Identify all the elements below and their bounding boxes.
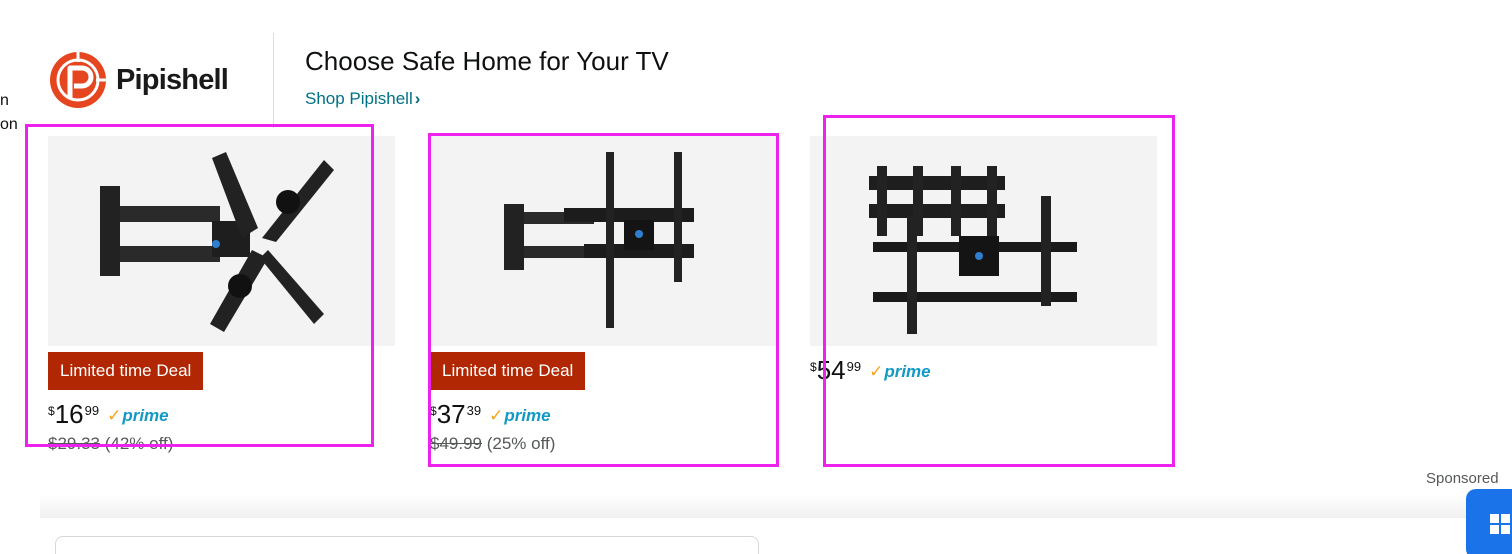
price[interactable]: $ 16 99 ✓prime	[48, 400, 395, 430]
prime-check-icon: ✓	[489, 406, 504, 425]
prime-label: prime	[122, 406, 169, 425]
prime-label: prime	[504, 406, 551, 425]
prime-label: prime	[884, 362, 931, 381]
price-symbol: $	[430, 404, 437, 418]
list-price: $49.99	[430, 434, 482, 453]
price[interactable]: $ 54 99 ✓prime	[810, 356, 1157, 386]
brand-headline[interactable]: Choose Safe Home for Your TV	[305, 46, 669, 77]
product-image-3[interactable]	[810, 136, 1157, 346]
product-image-2[interactable]	[430, 136, 777, 346]
brand-name: Pipishell	[116, 63, 229, 96]
product-image-1[interactable]	[48, 136, 395, 346]
deal-badge: Limited time Deal	[430, 352, 586, 390]
price-fraction: 99	[84, 403, 100, 418]
prime-badge: ✓prime	[107, 406, 169, 426]
price-whole: 37	[436, 399, 466, 429]
product-card-2: Limited time Deal $ 37 39 ✓prime $49.99 …	[430, 136, 777, 454]
brand-logo[interactable]: Pipishell	[48, 50, 248, 110]
price-fraction: 39	[466, 403, 482, 418]
chevron-right-icon: ›	[414, 89, 421, 108]
tv-wall-mount-icon	[99, 152, 334, 332]
next-section-panel	[55, 536, 759, 554]
section-divider	[40, 494, 1512, 518]
price-fraction: 99	[846, 359, 862, 374]
prime-badge: ✓prime	[489, 406, 551, 426]
product-card-1: Limited time Deal $ 16 99 ✓prime $29.33 …	[48, 136, 395, 454]
grid-icon	[1490, 514, 1510, 534]
list-price: $29.33	[48, 434, 100, 453]
discount-percent: (42% off)	[104, 434, 174, 453]
pipishell-logo-icon	[50, 52, 106, 108]
product-card-3: $ 54 99 ✓prime	[810, 136, 1157, 386]
grid-menu-button[interactable]	[1466, 489, 1512, 554]
brand-divider	[273, 33, 274, 128]
price-whole: 54	[816, 355, 846, 385]
prime-check-icon: ✓	[107, 406, 122, 425]
discount-percent: (25% off)	[486, 434, 556, 453]
prime-check-icon: ✓	[869, 362, 884, 381]
page: n on Pipishell Choose Safe Home for Your…	[0, 0, 1512, 554]
tv-wall-mount-icon	[503, 152, 694, 328]
price-whole: 16	[54, 399, 84, 429]
prime-badge: ✓prime	[869, 362, 931, 382]
clipped-text-1: n	[0, 92, 9, 109]
tv-wall-mount-icon	[868, 166, 1077, 334]
clipped-text-2: on	[0, 116, 18, 133]
price-symbol: $	[810, 360, 817, 374]
list-price-row: $49.99 (25% off)	[430, 434, 777, 454]
shop-brand-link-label: Shop Pipishell	[305, 89, 413, 108]
deal-badge: Limited time Deal	[48, 352, 204, 390]
shop-brand-link[interactable]: Shop Pipishell ›	[305, 89, 420, 109]
sponsored-label[interactable]: Sponsored	[1426, 470, 1499, 487]
price-symbol: $	[48, 404, 55, 418]
list-price-row: $29.33 (42% off)	[48, 434, 395, 454]
price[interactable]: $ 37 39 ✓prime	[430, 400, 777, 430]
